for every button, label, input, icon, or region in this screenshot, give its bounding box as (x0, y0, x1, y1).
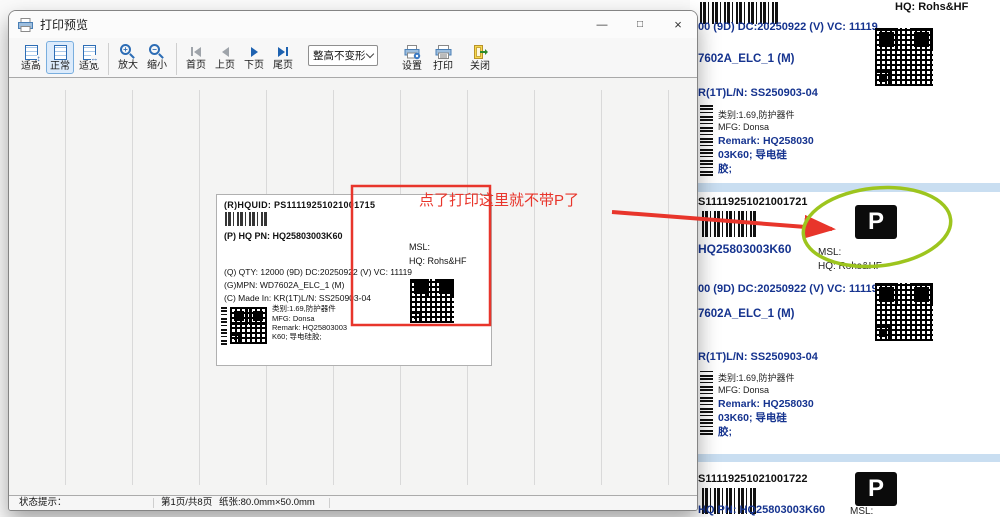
remark-line: Remark: HQ258030 (718, 135, 814, 147)
category-line: 类别:1.69,防护器件 (718, 110, 795, 120)
label-card-bottom: S11119251021001722 P MSL: HQ PN: HQ25803… (690, 462, 1000, 517)
chevron-down-icon (366, 50, 374, 58)
scale-mode-select[interactable]: 整高不变形 (308, 45, 378, 66)
msl-line: MSL: (850, 506, 873, 517)
printer-icon (18, 18, 33, 32)
toolbar-separator (176, 43, 177, 75)
qty-line: 00 (9D) DC:20250922 (V) VC: 11119 (698, 21, 878, 34)
msl-line: MSL: (818, 247, 841, 259)
category-line: 类别:1.69,防护器件 (272, 305, 336, 314)
remark-line: Remark: HQ258030 (718, 398, 814, 410)
minimize-button[interactable]: — (583, 11, 621, 38)
qr-finder (410, 312, 421, 323)
window-title: 打印预览 (40, 16, 88, 33)
last-page-button[interactable]: 尾页 (269, 41, 297, 73)
first-page-button[interactable]: 首页 (182, 41, 210, 73)
first-page-icon (191, 44, 201, 59)
paper-size-indicator: 纸张:80.0mm×50.0mm (219, 498, 315, 509)
doc-fit-height-icon: ↕ (25, 44, 38, 60)
madein-line: (C) Made In: KR(1T)L/N: SS250903-04 (224, 294, 371, 304)
barcode (702, 211, 758, 237)
p-logo: P (855, 472, 897, 506)
remark-line-3: 胶; (718, 426, 732, 438)
mfg-line: MFG: Donsa (718, 122, 769, 132)
status-hint: 状态提示： (19, 498, 67, 509)
qty-line: 00 (9D) DC:20250922 (V) VC: 11119 (698, 283, 878, 296)
normal-view-button[interactable]: 正常 (46, 41, 74, 74)
screen: HQ: Rohs&HF 00 (9D) DC:20250922 (V) VC: … (0, 0, 1000, 517)
label-card-top: HQ: Rohs&HF 00 (9D) DC:20250922 (V) VC: … (690, 0, 1000, 183)
qr-code (875, 283, 933, 341)
pn-line: HQ25803003K60 (698, 243, 791, 257)
window-controls: — □ × (583, 11, 697, 38)
scale-mode-value: 整高不变形 (313, 48, 366, 63)
printer-icon (435, 44, 452, 60)
next-page-icon (251, 44, 258, 59)
vertical-barcode (700, 369, 713, 435)
toolbar: ↕ 适高 正常 ↔ 适宽 + 放大 − 缩小 (9, 38, 697, 78)
prev-page-button[interactable]: 上页 (211, 41, 239, 73)
remark-line-2: 03K60; 导电硅 (718, 412, 787, 424)
status-divider (329, 498, 330, 508)
fit-height-button[interactable]: ↕ 适高 (17, 41, 45, 74)
exit-door-icon (472, 44, 489, 60)
print-button[interactable]: 打印 (428, 41, 458, 74)
printer-gear-icon (404, 44, 421, 60)
pn-line: (P) HQ PN: HQ25803003K60 (224, 231, 343, 241)
close-preview-button[interactable]: 关闭 (465, 41, 495, 74)
maximize-button[interactable]: □ (621, 11, 659, 38)
preview-area: (R)HQUID: PS11119251021001715 (P) HQ PN:… (9, 78, 697, 495)
toolbar-separator (108, 43, 109, 75)
qr-code (875, 28, 933, 86)
mpn-line: 7602A_ELC_1 (M) (698, 53, 795, 66)
qr-finder (875, 326, 890, 341)
statusbar: 状态提示： 第1页/共8页 纸张:80.0mm×50.0mm (9, 495, 697, 510)
qr-code (230, 307, 267, 344)
remark-line-2: 03K60; 导电硅 (718, 149, 787, 161)
doc-normal-icon (54, 44, 67, 60)
doc-fit-width-icon: ↔ (83, 44, 96, 60)
madein-line: R(1T)L/N: SS250903-04 (698, 351, 818, 364)
hq-rohs-text: HQ: Rohs&HF (818, 261, 882, 273)
label-card-middle: S11119251021001721 P HQ25803003K60 MSL: … (690, 192, 1000, 454)
zoom-out-button[interactable]: − 缩小 (143, 41, 171, 73)
titlebar[interactable]: 打印预览 — □ × (9, 11, 697, 38)
settings-button[interactable]: 设置 (397, 41, 427, 74)
mpn-line: (G)MPN: WD7602A_ELC_1 (M) (224, 281, 344, 291)
label-preview-page: (R)HQUID: PS11119251021001715 (P) HQ PN:… (216, 194, 492, 366)
magnifier-plus-icon: + (120, 44, 136, 59)
zoom-in-button[interactable]: + 放大 (114, 41, 142, 73)
last-page-icon (278, 44, 288, 59)
next-page-button[interactable]: 下页 (240, 41, 268, 73)
remark-line-2: K60; 导电硅胶; (272, 333, 322, 342)
hquid-line: (R)HQUID: PS11119251021001715 (224, 200, 375, 210)
label-app-background[interactable]: HQ: Rohs&HF 00 (9D) DC:20250922 (V) VC: … (690, 0, 1000, 517)
qr-finder (230, 334, 240, 344)
status-divider (153, 498, 154, 508)
hq-rohs-text: HQ: Rohs&HF (895, 1, 968, 14)
fit-width-button[interactable]: ↔ 适宽 (75, 41, 103, 74)
mfg-line: MFG: Donsa (718, 385, 769, 395)
msl-line: MSL: (409, 242, 430, 252)
magnifier-minus-icon: − (149, 44, 165, 59)
remark-line-3: 胶; (718, 163, 732, 175)
p-logo: P (855, 205, 897, 239)
qr-finder (875, 71, 890, 86)
madein-line: R(1T)L/N: SS250903-04 (698, 87, 818, 100)
close-button[interactable]: × (659, 11, 697, 38)
hq-rohs-text: HQ: Rohs&HF (409, 256, 467, 266)
page-indicator: 第1页/共8页 (161, 498, 212, 509)
category-line: 类别:1.69,防护器件 (718, 373, 795, 383)
uid-line: S11119251021001721 (698, 196, 808, 209)
prev-page-icon (222, 44, 229, 59)
uid-line: S11119251021001722 (698, 473, 808, 486)
qr-code (410, 279, 454, 323)
vertical-barcode (700, 104, 713, 176)
barcode (225, 212, 267, 226)
mpn-line: 7602A_ELC_1 (M) (698, 308, 795, 321)
qty-line: (Q) QTY: 12000 (9D) DC:20250922 (V) VC: … (224, 268, 412, 278)
pn-line: HQ PN: HQ25803003K60 (698, 504, 825, 517)
print-preview-window: 打印预览 — □ × ↕ 适高 正常 ↔ 适宽 + 放大 (8, 10, 698, 511)
vertical-barcode (221, 307, 227, 345)
